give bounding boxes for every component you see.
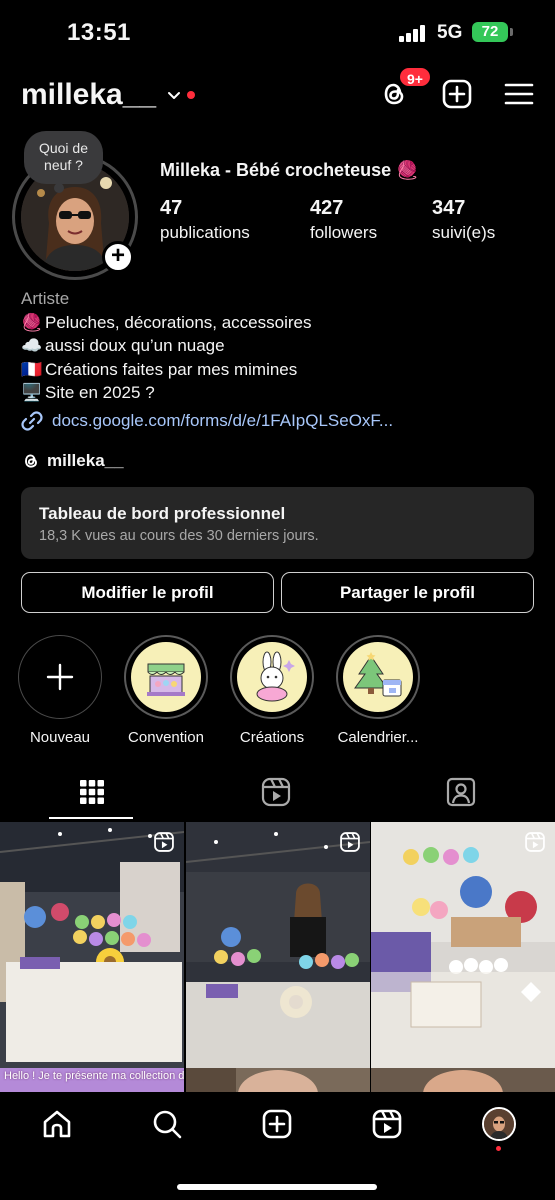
bio-line: 🇫🇷 Créations faites par mes mimines — [21, 358, 541, 382]
tagged-icon[interactable] — [445, 776, 477, 808]
note-bubble[interactable]: Quoi de neuf ? — [24, 131, 103, 193]
bunny-plush-icon — [256, 651, 295, 702]
post-thumbnail[interactable] — [186, 822, 370, 1070]
christmas-tree-calendar-icon — [354, 652, 402, 697]
category-label: Artiste — [21, 289, 70, 308]
highlight-label: Nouveau — [29, 729, 91, 746]
market-stall-icon — [147, 663, 185, 696]
reel-badge-icon — [154, 832, 174, 852]
highlight-label: Calendrier... — [337, 729, 419, 746]
notification-dot — [187, 91, 195, 99]
menu-icon[interactable] — [503, 78, 535, 110]
stat-value: 427 — [310, 197, 344, 219]
content-tabs — [0, 768, 555, 820]
highlight-label: Convention — [128, 729, 204, 746]
chevron-down-icon[interactable] — [166, 88, 182, 104]
highlight-circle — [124, 635, 208, 719]
status-time: 13:51 — [67, 19, 131, 46]
network-label: 5G — [437, 22, 463, 43]
highlight-new[interactable]: Nouveau — [15, 635, 105, 746]
post-thumbnail[interactable] — [371, 822, 555, 1070]
threads-profile-link[interactable]: milleka__ — [21, 451, 124, 471]
threads-handle: milleka__ — [47, 451, 124, 470]
username-switcher[interactable]: milleka__ — [21, 78, 156, 112]
post-grid: Hello ! Je te présente ma collection de … — [0, 822, 555, 1094]
status-bar: 13:51 5G 72 — [0, 0, 555, 66]
reels-icon[interactable] — [371, 1108, 403, 1140]
home-icon[interactable] — [41, 1108, 73, 1140]
notification-badge: 9+ — [398, 66, 432, 88]
cloud-icon: ☁️ — [21, 336, 43, 355]
bio-link[interactable]: docs.google.com/forms/d/e/1FAIpQLSeOxF..… — [21, 410, 393, 432]
bio-text: Site en 2025 ? — [45, 383, 155, 402]
edit-profile-button[interactable]: Modifier le profil — [21, 572, 274, 613]
active-tab-indicator — [49, 817, 133, 819]
highlight-convention[interactable]: Convention — [121, 635, 211, 746]
highlight-label: Créations — [239, 729, 305, 746]
stat-label: followers — [310, 223, 378, 242]
bio-text: Créations faites par mes mimines — [45, 359, 298, 379]
reel-badge-icon — [340, 832, 360, 852]
bio-text: Peluches, décorations, accessoires — [45, 312, 312, 332]
grid-icon[interactable] — [76, 776, 108, 808]
signal-icon — [399, 24, 429, 42]
post-thumbnail[interactable] — [186, 1068, 370, 1094]
plus-icon — [46, 663, 74, 691]
reels-icon[interactable] — [260, 776, 292, 808]
bio-line: ☁️ aussi doux qu’un nuage — [21, 334, 541, 358]
home-indicator[interactable] — [177, 1184, 377, 1190]
highlight-circle — [230, 635, 314, 719]
battery-icon: 72 — [472, 22, 513, 42]
bio-text: aussi doux qu’un nuage — [45, 336, 225, 355]
bio-line: 🧶 Peluches, décorations, accessoires — [21, 311, 541, 335]
share-profile-button[interactable]: Partager le profil — [281, 572, 534, 613]
highlight-calendar[interactable]: Calendrier... — [333, 635, 423, 746]
threads-icon — [25, 454, 37, 468]
stat-publications[interactable]: 47 publications — [160, 197, 250, 243]
dashboard-subtitle: 18,3 K vues au cours des 30 derniers jou… — [39, 528, 319, 544]
search-icon[interactable] — [151, 1108, 183, 1140]
stat-following[interactable]: 347 suivi(e)s — [432, 197, 495, 243]
create-icon[interactable] — [441, 78, 473, 110]
stat-value: 347 — [432, 197, 466, 219]
post-caption: Hello ! Je te présente ma collection de … — [4, 1070, 184, 1082]
add-story-button[interactable]: + — [102, 241, 134, 273]
highlight-circle — [18, 635, 102, 719]
professional-dashboard[interactable]: Tableau de bord professionnel 18,3 K vue… — [21, 487, 534, 559]
dashboard-title: Tableau de bord professionnel — [39, 504, 286, 523]
highlight-circle — [336, 635, 420, 719]
battery-level: 72 — [481, 23, 499, 40]
computer-icon: 🖥️ — [21, 383, 43, 402]
reel-badge-icon — [525, 832, 545, 852]
bio: Artiste 🧶 Peluches, décorations, accessoi… — [21, 287, 541, 405]
stat-label: suivi(e)s — [432, 223, 496, 242]
create-icon[interactable] — [261, 1108, 293, 1140]
profile-header: milleka__ 9+ — [0, 66, 555, 124]
bottom-navigation — [0, 1092, 555, 1200]
profile-avatar[interactable] — [482, 1107, 516, 1141]
link-text: docs.google.com/forms/d/e/1FAIpQLSeOxF..… — [52, 411, 394, 430]
bio-line: 🖥️ Site en 2025 ? — [21, 381, 541, 405]
stat-label: publications — [160, 223, 250, 242]
link-icon — [21, 411, 43, 431]
stat-value: 47 — [160, 197, 183, 219]
post-thumbnail[interactable] — [371, 1068, 555, 1094]
note-text: Quoi de neuf ? — [38, 140, 89, 173]
notification-dot — [496, 1146, 501, 1151]
post-thumbnail[interactable] — [0, 822, 184, 1070]
highlight-creations[interactable]: Créations — [227, 635, 317, 746]
stat-followers[interactable]: 427 followers — [310, 197, 377, 243]
france-flag-icon: 🇫🇷 — [21, 359, 43, 379]
display-name: Milleka - Bébé crocheteuse 🧶 — [160, 160, 419, 180]
post-thumbnail[interactable]: Hello ! Je te présente ma collection de … — [0, 1068, 184, 1094]
yarn-icon: 🧶 — [21, 312, 43, 332]
